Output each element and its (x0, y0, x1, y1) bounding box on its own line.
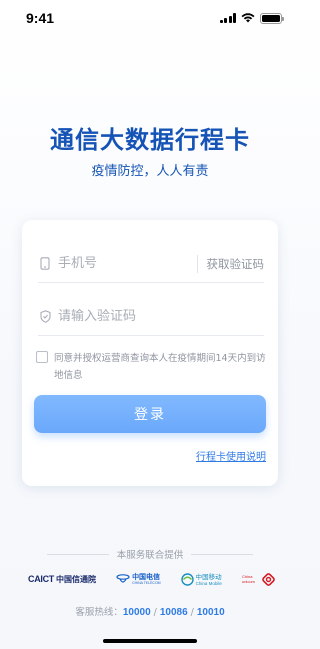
provider-heading-text: 本服务联合提供 (116, 550, 184, 561)
home-indicator[interactable] (103, 639, 197, 643)
china-telecom-emblem-icon (116, 574, 130, 583)
phone-icon (38, 257, 52, 271)
hotline-number-mobile[interactable]: 10086 (160, 607, 188, 618)
phone-input[interactable] (58, 256, 197, 271)
divider-left (46, 553, 109, 555)
page-title: 通信大数据行程卡 (50, 126, 250, 154)
login-button[interactable]: 登录 (34, 395, 266, 433)
status-icons (219, 12, 284, 24)
agreement-row: 同意并授权运营商查询本人在疫情期间14天内到访地信息 (36, 350, 266, 384)
get-code-button[interactable]: 获取验证码 (196, 254, 264, 273)
agree-checkbox[interactable] (36, 351, 48, 363)
status-time: 9:41 (26, 10, 55, 26)
provider-heading: 本服务联合提供 (0, 547, 300, 561)
hotline-label: 客服热线： (75, 607, 123, 618)
china-mobile-logo: 中国移动 China Mobile (180, 572, 222, 586)
shield-icon (38, 310, 52, 324)
china-telecom-logo: 中国电信 CHINA TELECOM (116, 572, 161, 586)
caict-mark: CAICT (28, 574, 54, 584)
page-subtitle: 疫情防控，人人有责 (91, 164, 209, 179)
telecom-cn: 中国电信 (132, 572, 161, 581)
hotline-number-unicom[interactable]: 10010 (197, 607, 225, 618)
telecom-en: CHINA TELECOM (132, 580, 161, 585)
caict-logo: CAICT 中国信通院 (28, 574, 96, 585)
hotline: 客服热线：10000/10086/10010 (0, 604, 300, 618)
hotline-separator: / (190, 607, 194, 618)
mobile-cn: 中国移动 (195, 572, 222, 581)
usage-guide-link[interactable]: 行程卡使用说明 (196, 448, 266, 463)
china-mobile-emblem-icon (180, 572, 194, 586)
divider-right (191, 553, 254, 555)
china-unicom-knot-icon (262, 572, 275, 586)
hotline-separator: / (153, 607, 157, 618)
phone-field: 获取验证码 (38, 245, 264, 283)
code-field (38, 298, 264, 336)
battery-icon (260, 12, 284, 24)
caict-name: 中国信通院 (56, 574, 96, 584)
hotline-number-telecom[interactable]: 10000 (123, 607, 151, 618)
login-card: 获取验证码 同意并授权运营商查询本人在疫情期间14天内到访地信息 登录 行程卡使… (22, 220, 278, 486)
unicom-en: China unicom (241, 574, 255, 584)
china-unicom-logo: China unicom (242, 572, 276, 587)
cellular-signal-icon (219, 13, 236, 23)
mobile-en: China Mobile (195, 580, 222, 586)
wifi-icon (241, 13, 255, 23)
agree-text: 同意并授权运营商查询本人在疫情期间14天内到访地信息 (54, 353, 266, 381)
provider-logos: CAICT 中国信通院 中国电信 CHINA TELECOM 中国移动 Chin… (28, 568, 276, 590)
status-bar: 9:41 (0, 0, 300, 36)
code-input[interactable] (58, 309, 264, 324)
